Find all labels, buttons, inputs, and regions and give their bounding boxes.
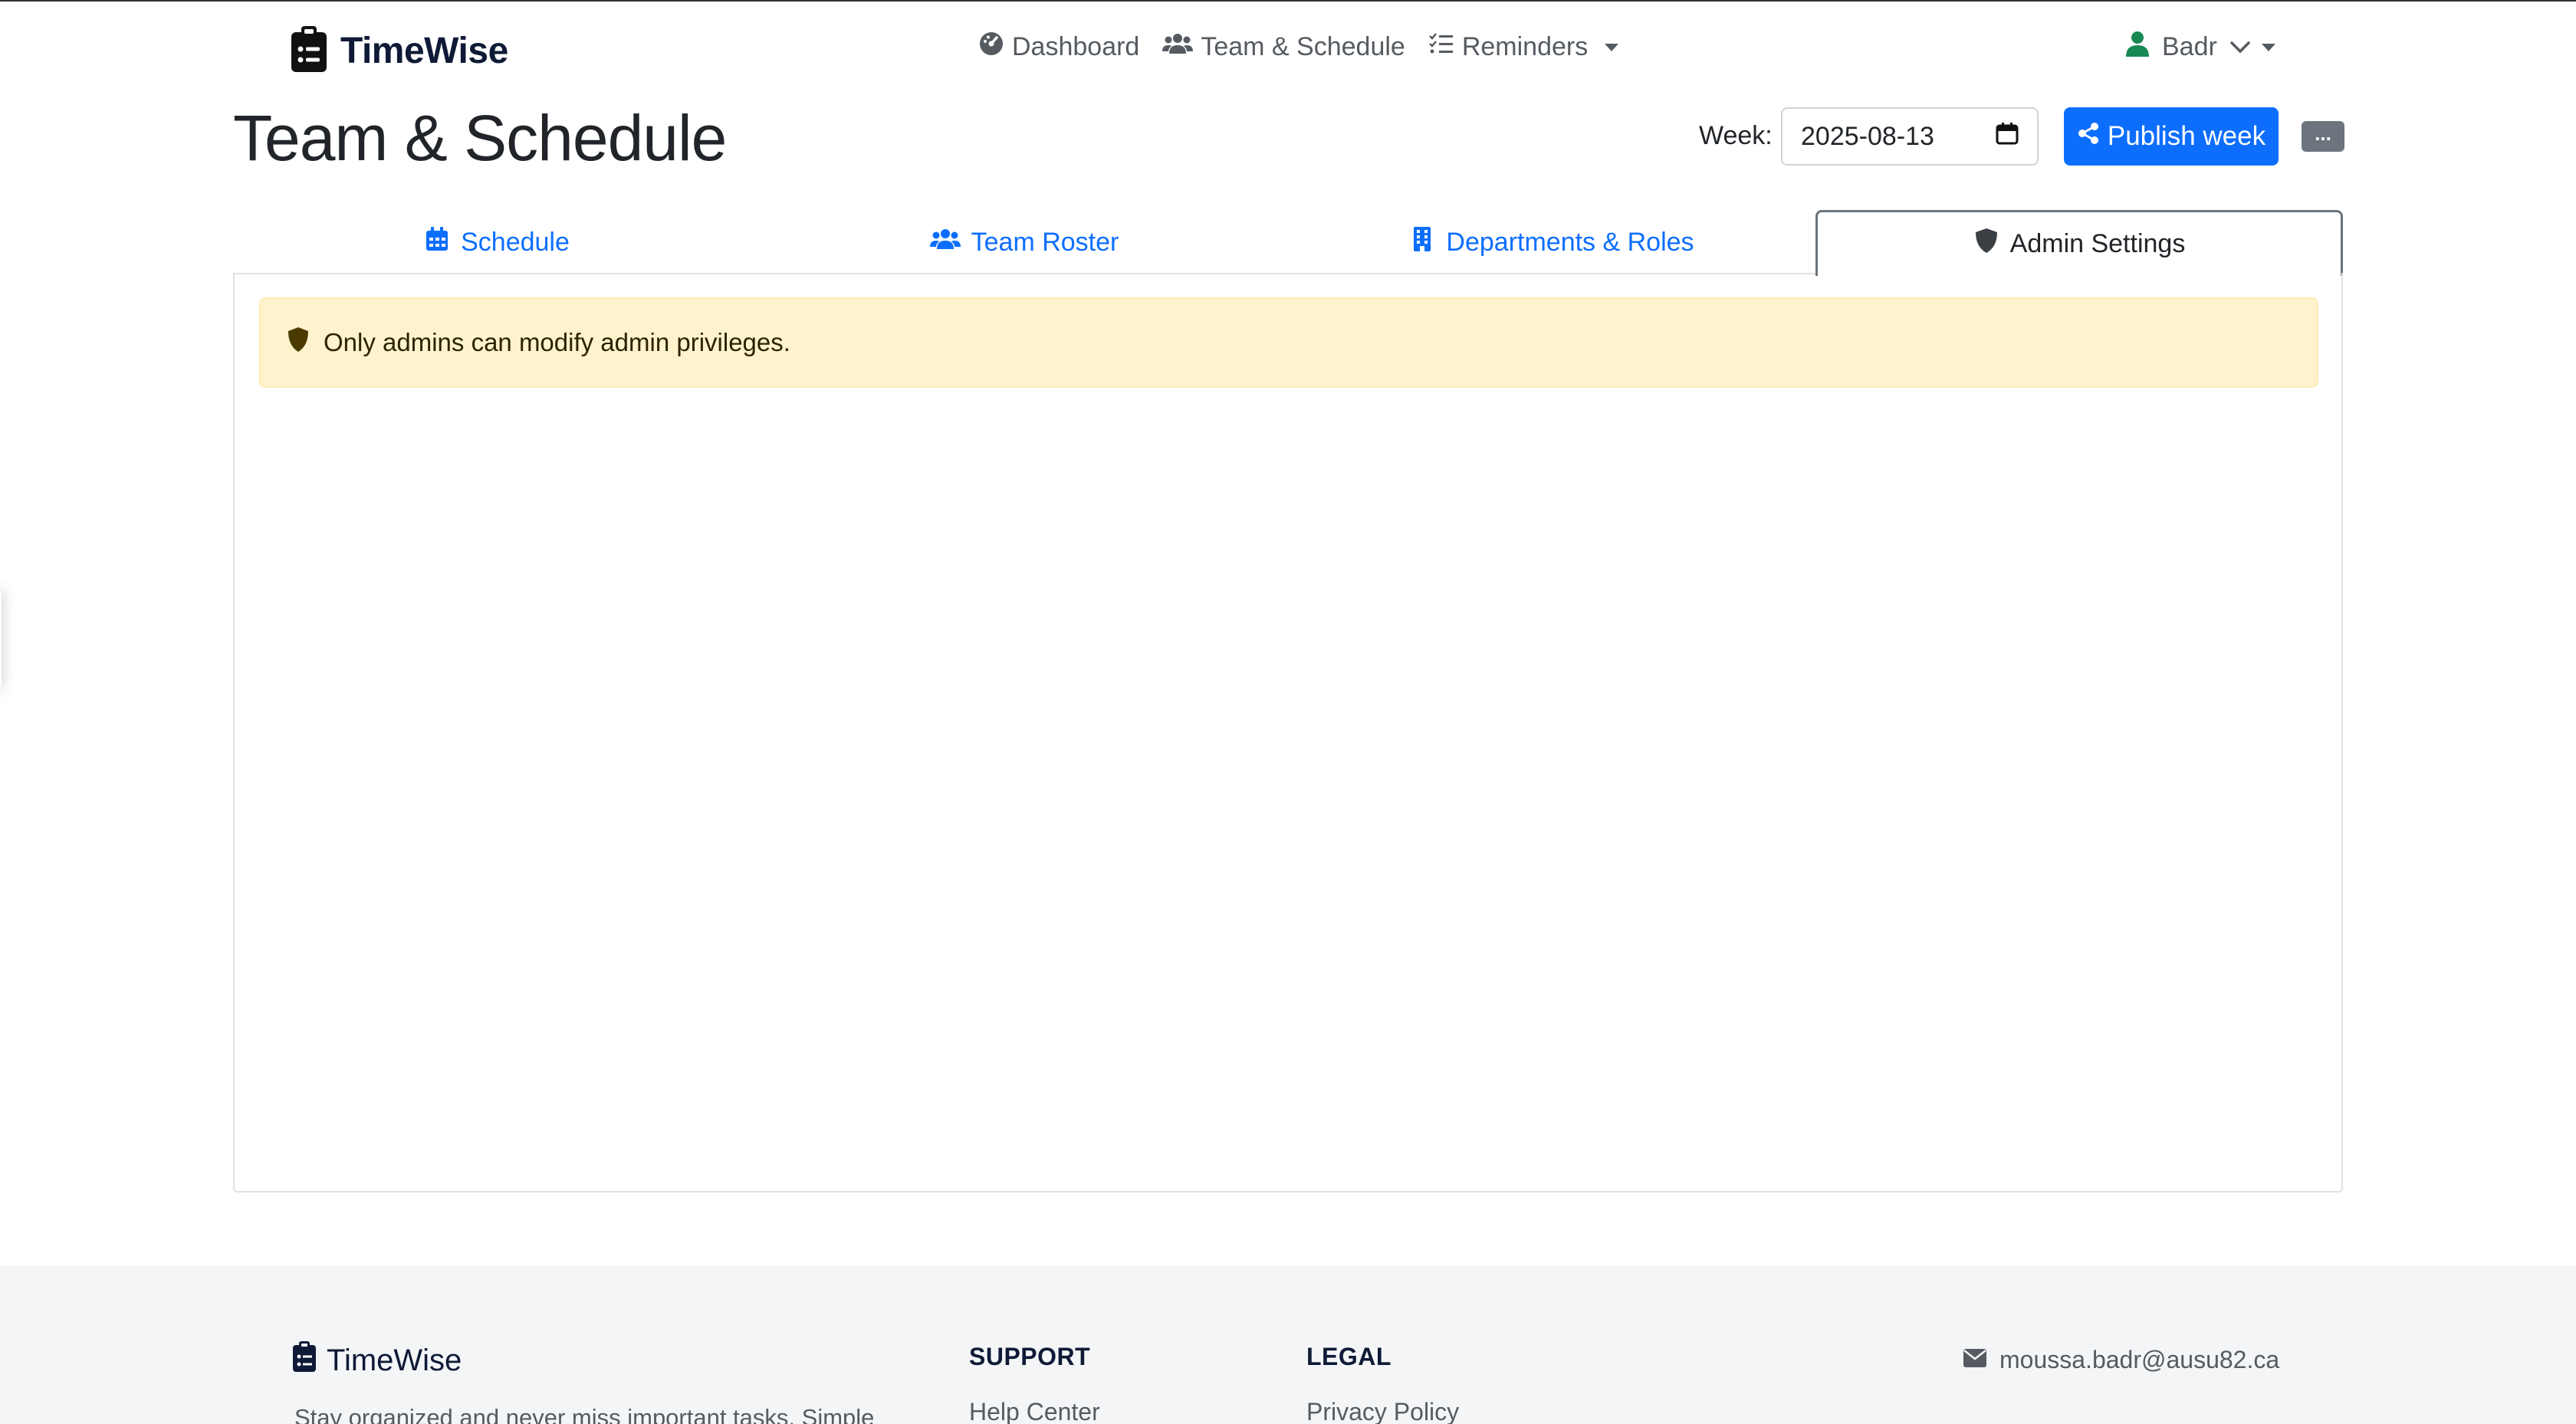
brand-name: TimeWise <box>340 31 508 71</box>
tab-departments-roles-label: Departments & Roles <box>1446 227 1694 257</box>
users-icon <box>929 226 961 259</box>
footer-link-help-center[interactable]: Help Center <box>969 1398 1100 1424</box>
main-nav: Dashboard Team & Schedule Reminders <box>978 31 1619 64</box>
footer-link-privacy-policy[interactable]: Privacy Policy <box>1306 1398 1459 1424</box>
caret-down-icon <box>1605 43 1619 51</box>
footer-contact-email[interactable]: moussa.badr@ausu82.ca <box>1963 1346 2279 1374</box>
nav-team-schedule[interactable]: Team & Schedule <box>1162 31 1405 64</box>
calendar-icon[interactable] <box>1996 122 2019 152</box>
alert-text: Only admins can modify admin privileges. <box>324 328 790 356</box>
page-title: Team & Schedule <box>233 102 727 174</box>
publish-week-label: Publish week <box>2107 121 2266 151</box>
site-footer: TimeWise Stay organized and never miss i… <box>0 1266 2576 1424</box>
building-icon <box>1409 226 1435 259</box>
week-date-value: 2025-08-13 <box>1801 121 1934 151</box>
schedule-tabs: Schedule Team Roster Departments & Roles… <box>233 210 2343 276</box>
week-label: Week: <box>1699 121 1773 150</box>
brand-logo-link[interactable]: TimeWise <box>291 26 508 76</box>
footer-description: Stay organized and never miss important … <box>294 1404 875 1424</box>
user-name: Badr <box>2162 32 2217 61</box>
side-drawer-handle[interactable] <box>0 590 2 688</box>
publish-week-button[interactable]: Publish week <box>2064 107 2279 166</box>
envelope-icon <box>1963 1346 1987 1374</box>
admin-settings-panel: Only admins can modify admin privileges. <box>233 273 2343 1193</box>
user-icon <box>2125 31 2150 64</box>
calendar-icon <box>424 226 450 259</box>
tab-departments-roles[interactable]: Departments & Roles <box>1288 210 1815 274</box>
chevron-down-icon <box>2229 32 2254 62</box>
footer-legal-heading: LEGAL <box>1306 1343 1392 1370</box>
list-check-icon <box>1428 31 1454 64</box>
footer-brand[interactable]: TimeWise <box>293 1341 462 1380</box>
clipboard-list-icon <box>291 26 327 76</box>
nav-reminders-label: Reminders <box>1461 32 1589 61</box>
top-navbar: TimeWise Dashboard Team & Schedule Remin… <box>0 0 2576 100</box>
nav-team-schedule-label: Team & Schedule <box>1201 32 1405 61</box>
share-nodes-icon <box>2077 121 2100 152</box>
footer-support-heading: SUPPORT <box>969 1343 1091 1370</box>
tab-admin-settings-label: Admin Settings <box>2009 229 2186 258</box>
clipboard-list-icon <box>293 1341 316 1380</box>
week-date-input[interactable]: 2025-08-13 <box>1781 107 2039 166</box>
tab-admin-settings[interactable]: Admin Settings <box>1815 210 2343 276</box>
users-icon <box>1162 31 1194 64</box>
footer-email-text: moussa.badr@ausu82.ca <box>1999 1346 2280 1373</box>
tab-team-roster[interactable]: Team Roster <box>761 210 1288 274</box>
tab-team-roster-label: Team Roster <box>971 227 1119 257</box>
more-options-button[interactable]: ... <box>2302 121 2344 152</box>
nav-dashboard-label: Dashboard <box>1012 32 1140 61</box>
user-menu-dropdown[interactable]: Badr <box>2125 31 2275 64</box>
nav-reminders-dropdown[interactable]: Reminders <box>1428 31 1619 64</box>
tab-schedule[interactable]: Schedule <box>233 210 761 274</box>
gauge-icon <box>978 31 1004 64</box>
admin-privileges-alert: Only admins can modify admin privileges. <box>259 297 2318 388</box>
tab-schedule-label: Schedule <box>461 227 570 257</box>
shield-icon <box>287 326 310 359</box>
shield-icon <box>1973 228 1999 261</box>
caret-down-icon <box>2261 43 2275 51</box>
footer-brand-name: TimeWise <box>327 1343 462 1377</box>
nav-dashboard[interactable]: Dashboard <box>978 31 1139 64</box>
